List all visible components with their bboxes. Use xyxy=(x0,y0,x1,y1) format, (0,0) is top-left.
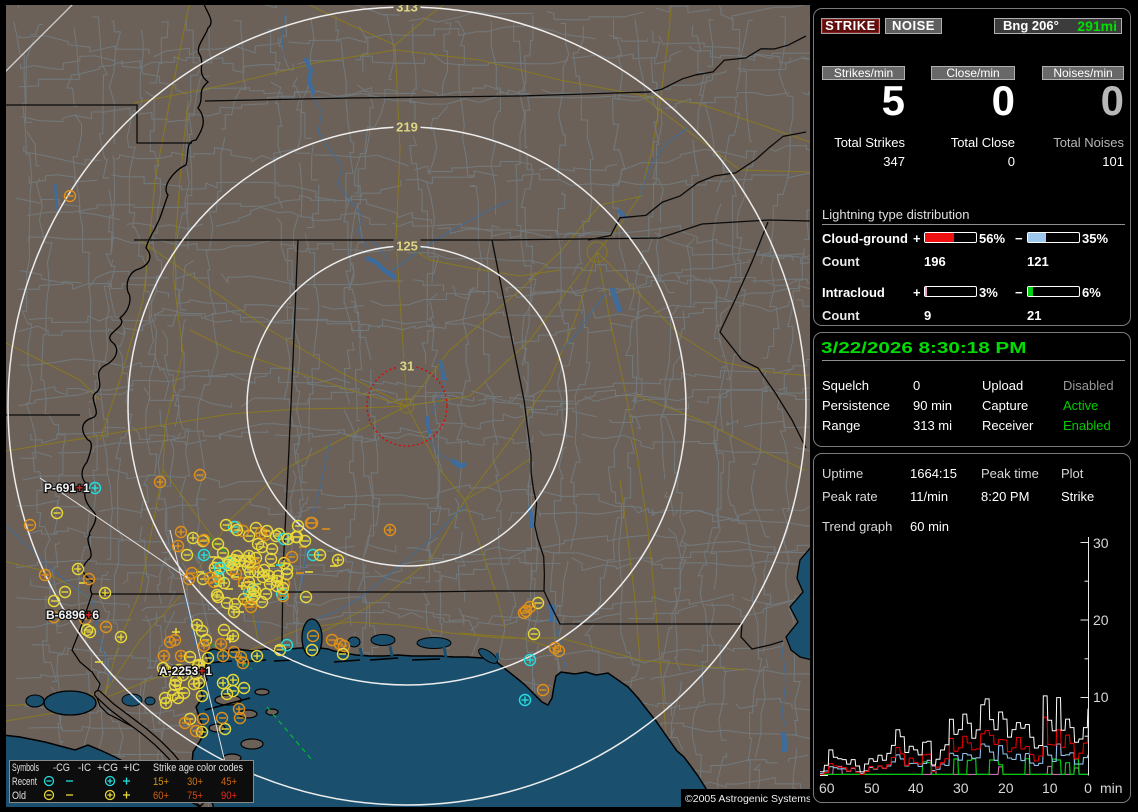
svg-text:60+: 60+ xyxy=(153,790,169,802)
svg-text:Symbols: Symbols xyxy=(12,762,39,774)
svg-text:Strike age color codes: Strike age color codes xyxy=(153,762,243,774)
svg-text:B-6896+6: B-6896+6 xyxy=(46,608,99,622)
svg-text:45+: 45+ xyxy=(221,776,237,788)
svg-text:A-2253+1: A-2253+1 xyxy=(159,664,212,678)
svg-text:+CG: +CG xyxy=(97,762,118,774)
svg-text:313: 313 xyxy=(396,5,418,15)
svg-text:-CG: -CG xyxy=(53,762,70,774)
svg-text:Recent: Recent xyxy=(12,776,37,788)
svg-text:Old: Old xyxy=(12,790,26,802)
svg-text:90+: 90+ xyxy=(221,790,237,802)
svg-text:30+: 30+ xyxy=(187,776,203,788)
svg-text:-IC: -IC xyxy=(78,762,91,774)
svg-text:219: 219 xyxy=(396,120,418,135)
svg-text:31: 31 xyxy=(400,359,414,374)
svg-text:125: 125 xyxy=(396,239,418,254)
svg-text:+IC: +IC xyxy=(123,762,140,774)
svg-text:75+: 75+ xyxy=(187,790,203,802)
svg-text:15+: 15+ xyxy=(153,776,169,788)
svg-text:P-691+1: P-691+1 xyxy=(44,481,90,495)
